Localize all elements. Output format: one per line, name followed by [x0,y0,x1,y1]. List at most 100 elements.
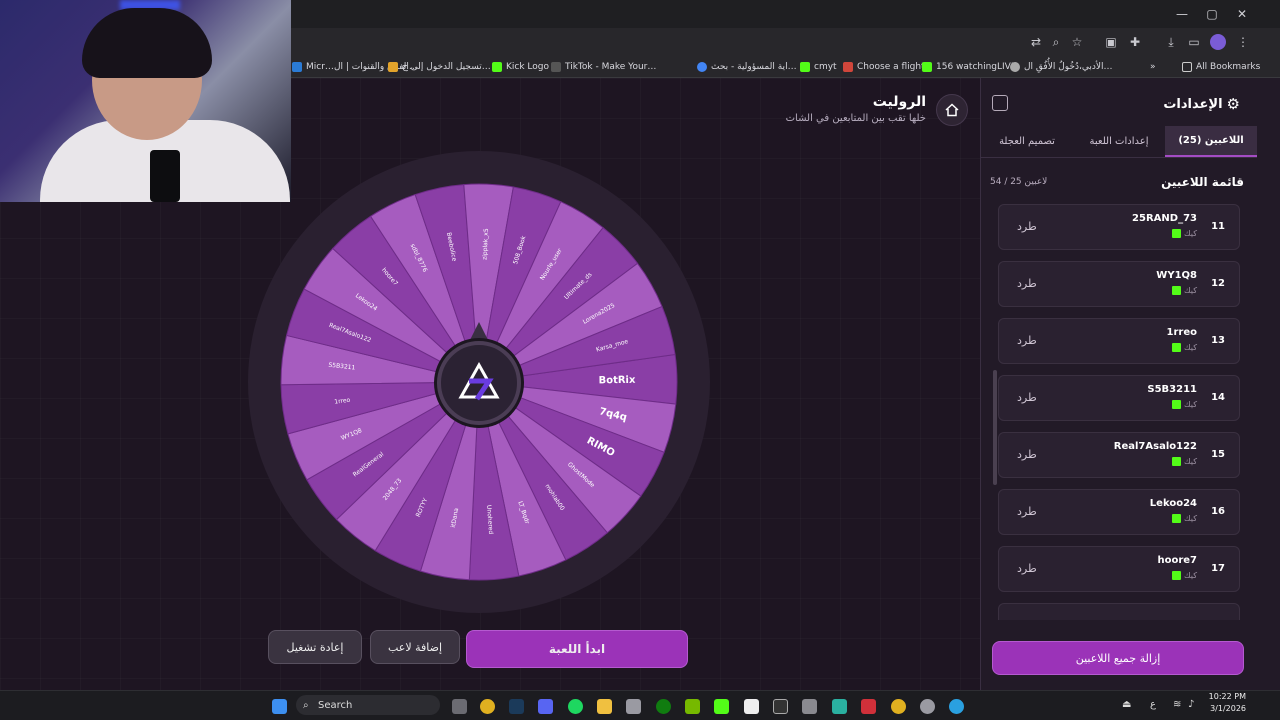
globe-icon [1010,62,1020,72]
player-row: 16 Lekoo24 كيك طرد [998,489,1240,535]
settings-title: الإعدادات ⚙ [1163,95,1240,113]
bookmark-icon [292,62,302,72]
usb-icon[interactable]: ⏏ [1122,699,1137,714]
bookmark-item[interactable]: 156 watchingLIVE [922,60,1017,74]
file-explorer-icon[interactable] [597,699,612,714]
kick-icon [1172,343,1182,352]
reset-button[interactable]: إعادة تشغيل [268,630,362,664]
volume-icon[interactable]: ♪ [1188,699,1203,714]
close-icon[interactable]: ✕ [1234,6,1250,22]
google-icon [697,62,707,72]
tab-wheel-design[interactable]: تصميم العجلة [981,126,1073,157]
player-name: 25RAND_73 [1132,213,1197,224]
maximize-icon[interactable]: ▢ [1204,6,1220,22]
tab-game-settings[interactable]: إعدادات اللعبة [1073,126,1165,157]
home-button[interactable] [936,94,968,126]
nvidia-icon[interactable] [685,699,700,714]
list-scrollbar[interactable] [993,370,997,485]
kick-app-icon[interactable] [714,699,729,714]
player-source-label: كيك [1184,571,1197,580]
player-source-label: كيك [1184,400,1197,409]
all-bookmarks[interactable]: All Bookmarks [1182,60,1260,74]
kick-icon [1172,571,1182,580]
kick-player-button[interactable]: طرد [1017,334,1037,347]
chrome-active-icon[interactable] [891,699,906,714]
spotify-icon[interactable] [568,699,583,714]
download-icon[interactable]: ⤓ [1163,34,1179,50]
kick-player-button[interactable]: طرد [1017,448,1037,461]
kick-icon [1172,457,1182,466]
players-list: 11 25RAND_73 كيك طرد 12 WY1Q8 كيك طرد 13… [998,202,1240,620]
camera-icon[interactable] [452,699,467,714]
microphone [150,150,180,202]
discord-icon[interactable] [538,699,553,714]
screenshot-icon[interactable]: ▣ [1103,34,1119,50]
kick-player-button[interactable]: طرد [1017,562,1037,575]
kick-player-button[interactable]: طرد [1017,391,1037,404]
extensions-icon[interactable]: ✚ [1127,34,1143,50]
chrome-icon[interactable] [480,699,495,714]
bookmark-star-icon[interactable]: ☆ [1069,34,1085,50]
bookmark-item[interactable]: Choose a flight [843,60,925,74]
player-row: 12 WY1Q8 كيك طرد [998,261,1240,307]
taskbar-search[interactable]: ⌕ Search [296,695,440,715]
player-source: كيك [1172,457,1197,466]
capcut-icon[interactable] [773,699,788,714]
player-row: 15 Real7Asalo122 كيك طرد [998,432,1240,478]
player-source-label: كيك [1184,286,1197,295]
kick-player-button[interactable]: طرد [1017,277,1037,290]
profile-icon[interactable] [1210,34,1226,50]
tab-players[interactable]: اللاعبين (25) [1165,126,1257,157]
bookmark-label: اية المسؤولية - بحث… [711,62,797,72]
add-player-button[interactable]: إضافة لاعب [370,630,460,664]
steam-icon[interactable] [509,699,524,714]
edge-icon[interactable] [949,699,964,714]
player-name: Lekoo24 [1149,498,1197,509]
settings-icon[interactable] [920,699,935,714]
remove-all-players-button[interactable]: إزالة جميع اللاعبين [992,641,1244,675]
bookmark-item[interactable]: cmyt [800,60,837,74]
windows-start-icon[interactable] [272,699,287,714]
player-number: 16 [1211,506,1225,517]
player-source: كيك [1172,571,1197,580]
notepad-icon[interactable] [802,699,817,714]
bookmark-item[interactable]: الأدبي،دُخُولُ الأُفُقِ ال… [1010,60,1113,74]
bookmark-icon [388,62,398,72]
bookmark-item[interactable]: Micr… [292,60,334,74]
app-icon[interactable] [832,699,847,714]
player-number: 12 [1211,278,1225,289]
bookmark-item[interactable]: اية المسؤولية - بحث… [697,60,797,74]
store-icon[interactable] [626,699,641,714]
bookmark-item[interactable]: Kick Logo [492,60,549,74]
player-source: كيك [1172,229,1197,238]
bookmark-item[interactable]: تسجيل الدخول إلى ح… [388,60,491,74]
player-name: WY1Q8 [1156,270,1197,281]
xbox-icon[interactable] [656,699,671,714]
wifi-icon[interactable]: ≋ [1173,699,1188,714]
document-icon[interactable] [744,699,759,714]
player-number: 11 [1211,221,1225,232]
player-name: S5B3211 [1147,384,1197,395]
wps-icon[interactable] [861,699,876,714]
minimize-icon[interactable]: — [1174,6,1190,22]
search-icon: ⌕ [303,699,309,711]
wheel-segment-label: BotRix [598,375,636,387]
kick-player-button[interactable]: طرد [1017,505,1037,518]
flight-icon [843,62,853,72]
player-row-partial [998,603,1240,620]
menu-icon[interactable]: ⋮ [1235,34,1251,50]
zoom-icon[interactable]: ⌕ [1048,34,1064,50]
sidebar-icon[interactable]: ▭ [1186,34,1202,50]
page-title: الروليت [872,94,926,110]
kick-player-button[interactable]: طرد [1017,220,1037,233]
more-bookmarks-icon[interactable]: » [1150,60,1156,74]
language-indicator[interactable]: ع [1150,699,1165,714]
bookmark-item[interactable]: TikTok - Make Your… [551,60,656,74]
translate-icon[interactable]: ⇄ [1028,34,1044,50]
wheel-pointer [470,322,488,340]
player-row: 14 S5B3211 كيك طرد [998,375,1240,421]
collapse-panel-icon[interactable] [992,95,1008,111]
gear-icon: ⚙ [1226,95,1240,113]
player-number: 15 [1211,449,1225,460]
start-game-button[interactable]: ابدأ اللعبة [466,630,688,668]
